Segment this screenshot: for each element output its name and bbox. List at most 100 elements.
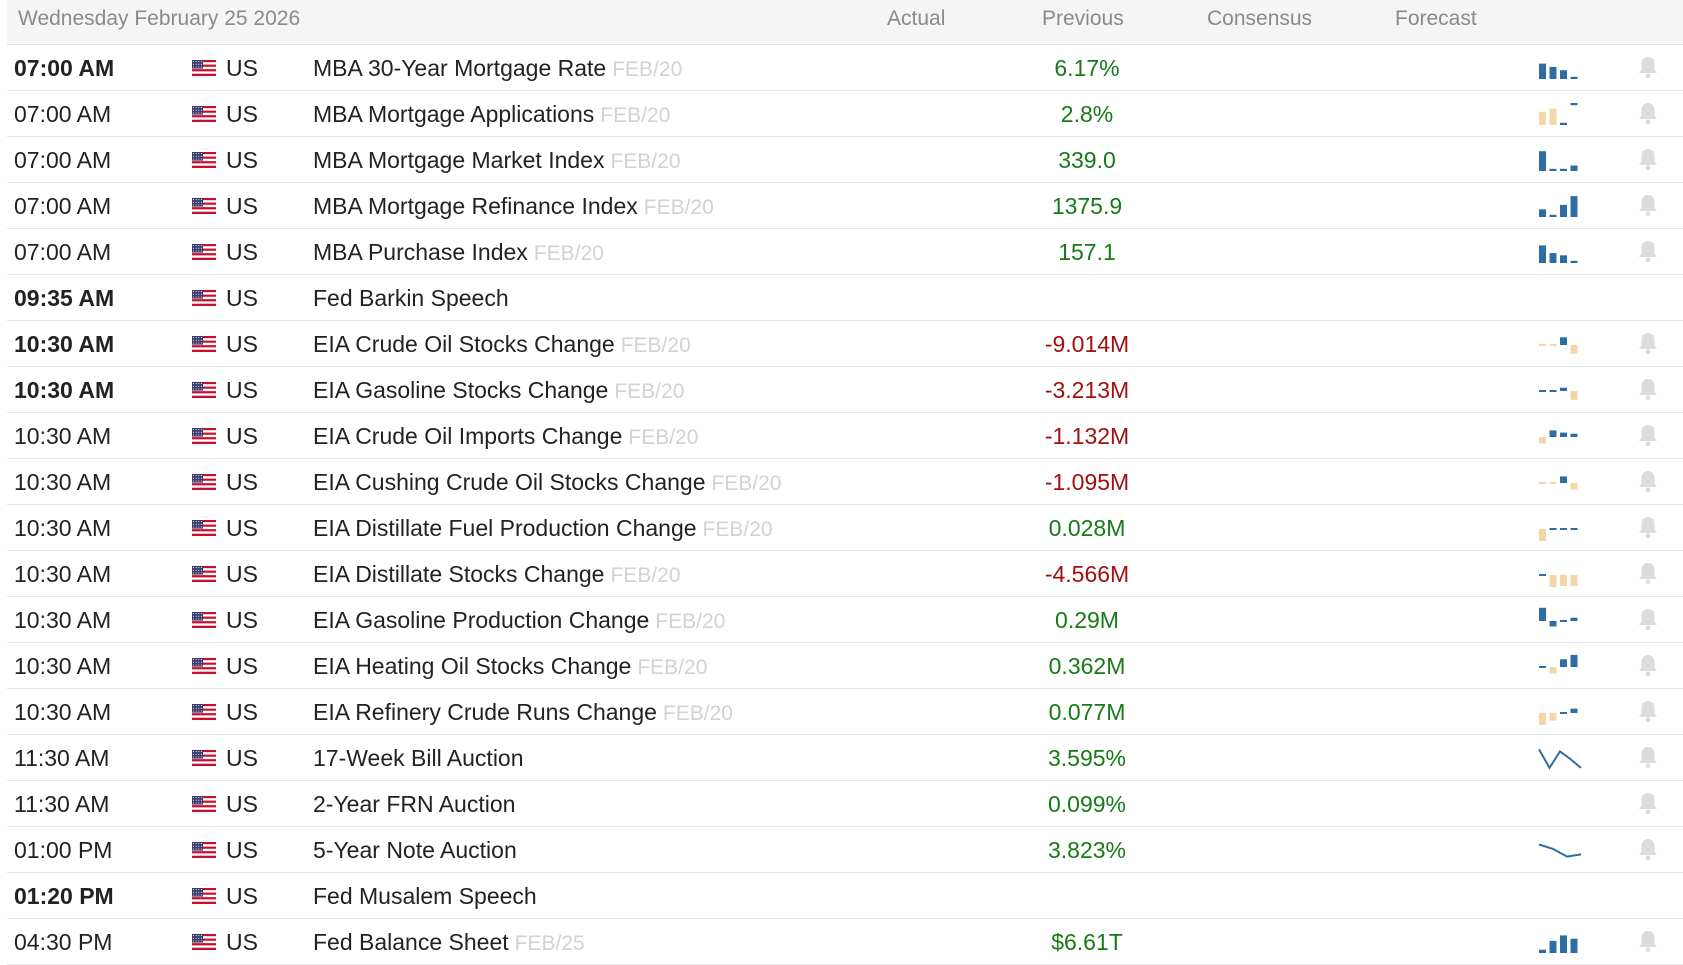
event-name-link[interactable]: 2-Year FRN Auction [313,791,515,818]
header-previous[interactable]: Previous [1042,7,1124,31]
sparkline-bar [1570,483,1578,490]
event-name-link[interactable]: EIA Gasoline Stocks Change FEB/20 [313,377,684,404]
event-name[interactable]: Fed Balance Sheet [313,929,509,955]
table-row[interactable]: 10:30 AM US EIA Cushing Crude Oil Stocks C… [7,459,1683,505]
event-name[interactable]: 17-Week Bill Auction [313,745,524,771]
event-name-link[interactable]: MBA Mortgage Applications FEB/20 [313,101,670,128]
bell-icon[interactable] [1637,55,1659,79]
event-time: 01:20 PM [14,883,114,909]
table-row[interactable]: 10:30 AM US EIA Crude Oil Stocks Change FEB… [7,321,1683,367]
event-name-link[interactable]: Fed Barkin Speech [313,285,509,312]
event-name-link[interactable]: MBA Mortgage Refinance Index FEB/20 [313,193,714,220]
event-name[interactable]: MBA Mortgage Market Index [313,147,604,173]
event-name-link[interactable]: EIA Cushing Crude Oil Stocks Change FEB/2… [313,469,782,496]
bell-icon[interactable] [1637,147,1659,171]
bell-icon[interactable] [1637,101,1659,125]
event-name-link[interactable]: EIA Crude Oil Stocks Change FEB/20 [313,331,691,358]
event-name-link[interactable]: 5-Year Note Auction [313,837,517,864]
event-name-link[interactable]: EIA Crude Oil Imports Change FEB/20 [313,423,698,450]
table-row[interactable]: 07:00 AM US MBA Mortgage Applications FEB/2… [7,91,1683,137]
table-row[interactable]: 07:00 AM US MBA Mortgage Market Index FEB/2… [7,137,1683,183]
header-consensus[interactable]: Consensus [1207,7,1312,31]
sparkline-bar [1549,390,1557,392]
table-row[interactable]: 10:30 AM US EIA Crude Oil Imports Change FE… [7,413,1683,459]
sparkline-bar [1549,575,1557,587]
bell-icon[interactable] [1637,929,1659,953]
us-flag-icon [192,60,216,76]
bell-icon[interactable] [1637,331,1659,355]
reference-period: FEB/20 [610,150,681,173]
event-name-link[interactable]: EIA Refinery Crude Runs Change FEB/20 [313,699,733,726]
event-name[interactable]: EIA Distillate Stocks Change [313,561,604,587]
bell-icon[interactable] [1637,699,1659,723]
table-row[interactable]: 07:00 AM US MBA Purchase Index FEB/20 157.1 [7,229,1683,275]
bell-icon[interactable] [1637,423,1659,447]
table-row[interactable]: 07:00 AM US MBA 30-Year Mortgage Rate FEB/2… [7,45,1683,91]
event-name[interactable]: 5-Year Note Auction [313,837,517,863]
event-time: 07:00 AM [14,193,112,219]
table-row[interactable]: 11:30 AM US 17-Week Bill Auction 3.595% [7,735,1683,781]
event-name[interactable]: MBA 30-Year Mortgage Rate [313,55,606,81]
event-name[interactable]: MBA Mortgage Applications [313,101,594,127]
event-name[interactable]: 2-Year FRN Auction [313,791,515,817]
table-row[interactable]: 04:30 PM US Fed Balance Sheet FEB/25 $6.61T [7,919,1683,965]
table-row[interactable]: 07:00 AM US MBA Mortgage Refinance Index FE… [7,183,1683,229]
header-actual[interactable]: Actual [887,7,945,31]
event-name-link[interactable]: EIA Heating Oil Stocks Change FEB/20 [313,653,707,680]
event-name-link[interactable]: Fed Musalem Speech [313,883,537,910]
event-name[interactable]: Fed Barkin Speech [313,285,509,311]
economic-calendar-table: Wednesday February 25 2026 Actual Previo… [7,0,1683,965]
bell-icon[interactable] [1637,607,1659,631]
us-flag-icon [192,336,216,352]
event-name-link[interactable]: 17-Week Bill Auction [313,745,524,772]
us-flag-icon [192,474,216,490]
bell-icon[interactable] [1637,561,1659,585]
event-name-link[interactable]: EIA Gasoline Production Change FEB/20 [313,607,725,634]
bell-icon[interactable] [1637,653,1659,677]
table-row[interactable]: 01:20 PM US Fed Musalem Speech [7,873,1683,919]
event-name[interactable]: EIA Heating Oil Stocks Change [313,653,631,679]
event-name[interactable]: MBA Purchase Index [313,239,528,265]
event-name[interactable]: EIA Cushing Crude Oil Stocks Change [313,469,705,495]
event-name-link[interactable]: EIA Distillate Stocks Change FEB/20 [313,561,681,588]
event-name-link[interactable]: MBA 30-Year Mortgage Rate FEB/20 [313,55,682,82]
bell-icon[interactable] [1637,515,1659,539]
event-name[interactable]: EIA Gasoline Stocks Change [313,377,608,403]
table-row[interactable]: 10:30 AM US EIA Refinery Crude Runs Change… [7,689,1683,735]
event-name[interactable]: EIA Crude Oil Imports Change [313,423,622,449]
country-code: US [226,285,258,311]
previous-value: -4.566M [1044,561,1130,587]
event-name[interactable]: EIA Gasoline Production Change [313,607,649,633]
previous-value: $6.61T [1051,929,1123,955]
event-name[interactable]: MBA Mortgage Refinance Index [313,193,638,219]
table-row[interactable]: 10:30 AM US EIA Gasoline Stocks Change FEB/… [7,367,1683,413]
table-row[interactable]: 10:30 AM US EIA Distillate Stocks Change FE… [7,551,1683,597]
bell-icon[interactable] [1637,837,1659,861]
country-code: US [226,55,258,81]
sparkline-chart [1539,607,1578,627]
table-row[interactable]: 10:30 AM US EIA Distillate Fuel Production… [7,505,1683,551]
bell-icon[interactable] [1637,745,1659,769]
sparkline-chart [1539,337,1578,354]
table-row[interactable]: 10:30 AM US EIA Gasoline Production Change… [7,597,1683,643]
table-row[interactable]: 09:35 AM US Fed Barkin Speech [7,275,1683,321]
event-name[interactable]: EIA Crude Oil Stocks Change [313,331,615,357]
event-name-link[interactable]: EIA Distillate Fuel Production Change FEB… [313,515,773,542]
bell-icon[interactable] [1637,239,1659,263]
event-name-link[interactable]: Fed Balance Sheet FEB/25 [313,929,585,956]
bell-icon[interactable] [1637,469,1659,493]
table-row[interactable]: 11:30 AM US 2-Year FRN Auction 0.099% [7,781,1683,827]
header-forecast[interactable]: Forecast [1395,7,1477,31]
previous-value: 157.1 [1058,239,1116,265]
bell-icon[interactable] [1637,377,1659,401]
event-name[interactable]: EIA Distillate Fuel Production Change [313,515,697,541]
table-row[interactable]: 01:00 PM US 5-Year Note Auction 3.823% [7,827,1683,873]
event-name-link[interactable]: MBA Mortgage Market Index FEB/20 [313,147,681,174]
event-name[interactable]: EIA Refinery Crude Runs Change [313,699,657,725]
bell-icon[interactable] [1637,193,1659,217]
table-row[interactable]: 10:30 AM US EIA Heating Oil Stocks Change F… [7,643,1683,689]
event-name-link[interactable]: MBA Purchase Index FEB/20 [313,239,604,266]
event-name[interactable]: Fed Musalem Speech [313,883,537,909]
bell-icon[interactable] [1637,791,1659,815]
country-code: US [226,239,258,265]
